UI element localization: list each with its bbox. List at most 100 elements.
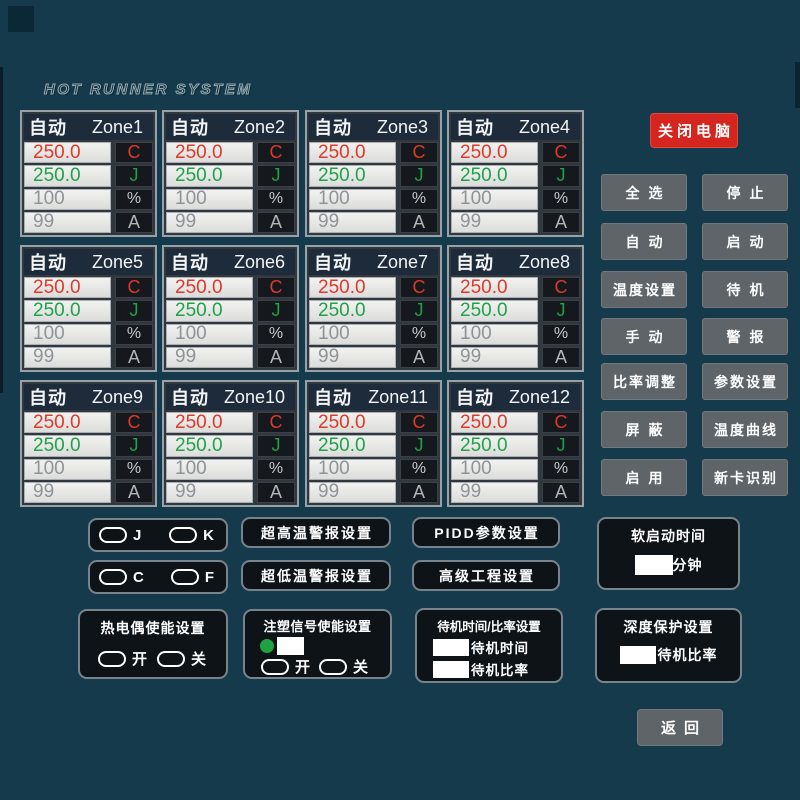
zone-row: 100% (24, 189, 153, 210)
standby-settings-title: 待机时间/比率设置 (417, 610, 561, 635)
zone-value: 250.0 (451, 300, 538, 321)
zone-name-label: Zone5 (92, 252, 143, 273)
zone-panel-zone4[interactable]: 自动Zone4250.0C250.0J100%99A (447, 110, 584, 237)
zone-unit: % (257, 324, 295, 345)
parameter-settings-button[interactable]: 参数设置 (702, 363, 788, 400)
zone-value: 250.0 (166, 300, 253, 321)
thermo-type-k-label: K (203, 527, 214, 544)
zone-panel-zone8[interactable]: 自动Zone8250.0C250.0J100%99A (447, 245, 584, 372)
manual-button[interactable]: 手动 (601, 318, 687, 355)
temperature-curve-button[interactable]: 温度曲线 (702, 411, 788, 448)
thermocouple-off-label: 关 (191, 648, 206, 669)
zone-value: 100 (309, 189, 396, 210)
zone-value: 250.0 (309, 142, 396, 163)
zone-unit: J (257, 435, 295, 456)
standby-button[interactable]: 待机 (702, 271, 788, 308)
new-card-recognition-button[interactable]: 新卡识别 (702, 459, 788, 496)
zone-value: 99 (309, 212, 396, 233)
zone-panel-zone3[interactable]: 自动Zone3250.0C250.0J100%99A (305, 110, 442, 237)
temp-unit-f-radio[interactable]: F (171, 569, 214, 586)
standby-time-input[interactable] (433, 639, 469, 656)
zone-panel-zone9[interactable]: 自动Zone9250.0C250.0J100%99A (20, 380, 157, 507)
injection-signal-on-label: 开 (295, 656, 310, 677)
zone-panel-zone2[interactable]: 自动Zone2250.0C250.0J100%99A (162, 110, 299, 237)
thermo-type-k-radio[interactable]: K (169, 527, 214, 544)
zone-header: 自动Zone3 (309, 114, 438, 140)
zone-row: 250.0J (451, 165, 580, 186)
soft-start-unit-label: 分钟 (673, 555, 703, 575)
zone-row: 100% (166, 459, 295, 480)
zone-value: 250.0 (24, 142, 111, 163)
zone-panel-zone5[interactable]: 自动Zone5250.0C250.0J100%99A (20, 245, 157, 372)
return-button[interactable]: 返回 (637, 709, 723, 746)
zone-row: 100% (309, 459, 438, 480)
soft-start-time-panel: 软启动时间 分钟 (597, 517, 740, 590)
injection-signal-title: 注塑信号使能设置 (245, 611, 390, 635)
enable-button[interactable]: 启用 (601, 459, 687, 496)
depth-protection-ratio-input[interactable] (620, 646, 656, 664)
temp-unit-c-radio[interactable]: C (99, 569, 144, 586)
zone-name-label: Zone12 (509, 387, 570, 408)
zone-panel-zone12[interactable]: 自动Zone12250.0C250.0J100%99A (447, 380, 584, 507)
zone-row: 99A (451, 482, 580, 503)
standby-ratio-input[interactable] (433, 661, 469, 678)
zone-unit: J (115, 165, 153, 186)
zone-panel-zone7[interactable]: 自动Zone7250.0C250.0J100%99A (305, 245, 442, 372)
standby-time-ratio-panel: 待机时间/比率设置 待机时间 待机比率 (415, 608, 563, 683)
zone-value: 99 (309, 347, 396, 368)
zone-mode-label: 自动 (171, 384, 209, 410)
shutdown-computer-button[interactable]: 关闭电脑 (650, 113, 738, 148)
right-edge-decoration (795, 62, 800, 108)
shield-button[interactable]: 屏蔽 (601, 411, 687, 448)
thermo-type-j-radio[interactable]: J (99, 527, 141, 544)
zone-mode-label: 自动 (29, 114, 67, 140)
zone-value: 100 (309, 459, 396, 480)
zone-panel-zone6[interactable]: 自动Zone6250.0C250.0J100%99A (162, 245, 299, 372)
zone-unit: J (257, 165, 295, 186)
alarm-button[interactable]: 警报 (702, 318, 788, 355)
zone-value: 250.0 (24, 277, 111, 298)
zone-row: 99A (166, 212, 295, 233)
zone-value: 99 (166, 212, 253, 233)
select-all-button[interactable]: 全选 (601, 174, 687, 211)
pidd-parameter-settings-button[interactable]: PIDD参数设置 (412, 517, 560, 548)
temperature-settings-button[interactable]: 温度设置 (601, 271, 687, 308)
high-temp-alarm-settings-button[interactable]: 超高温警报设置 (241, 517, 391, 548)
zone-value: 250.0 (451, 435, 538, 456)
radio-oval-icon (99, 569, 127, 585)
zone-unit: A (257, 347, 295, 368)
thermocouple-on-radio[interactable]: 开 (98, 648, 147, 669)
thermocouple-off-radio[interactable]: 关 (157, 648, 206, 669)
zone-header: 自动Zone9 (24, 384, 153, 410)
zone-value: 250.0 (451, 142, 538, 163)
ratio-adjust-button[interactable]: 比率调整 (601, 363, 687, 400)
zone-unit: % (115, 189, 153, 210)
zone-panel-zone10[interactable]: 自动Zone10250.0C250.0J100%99A (162, 380, 299, 507)
injection-signal-input[interactable] (277, 637, 304, 655)
radio-oval-icon (169, 527, 197, 543)
start-button[interactable]: 启动 (702, 223, 788, 260)
advanced-engineering-settings-button[interactable]: 高级工程设置 (412, 560, 560, 591)
zone-mode-label: 自动 (456, 114, 494, 140)
zone-unit: A (115, 347, 153, 368)
zone-header: 自动Zone8 (451, 249, 580, 275)
injection-signal-on-radio[interactable]: 开 (261, 656, 310, 677)
zone-row: 250.0C (24, 277, 153, 298)
zone-unit: % (542, 189, 580, 210)
auto-button[interactable]: 自动 (601, 223, 687, 260)
zone-value: 100 (451, 324, 538, 345)
soft-start-minutes-input[interactable] (635, 555, 673, 575)
zone-row: 100% (309, 324, 438, 345)
zone-panel-zone1[interactable]: 自动Zone1250.0C250.0J100%99A (20, 110, 157, 237)
stop-button[interactable]: 停止 (702, 174, 788, 211)
app-logo: HOT RUNNER SYSTEM (44, 81, 252, 98)
zone-value: 99 (166, 482, 253, 503)
zone-panel-zone11[interactable]: 自动Zone11250.0C250.0J100%99A (305, 380, 442, 507)
zone-row: 250.0J (24, 300, 153, 321)
zone-unit: C (400, 277, 438, 298)
zone-row: 99A (166, 482, 295, 503)
low-temp-alarm-settings-button[interactable]: 超低温警报设置 (241, 560, 391, 591)
zone-unit: A (400, 482, 438, 503)
soft-start-title: 软启动时间 (599, 519, 738, 546)
injection-signal-off-radio[interactable]: 关 (319, 656, 368, 677)
